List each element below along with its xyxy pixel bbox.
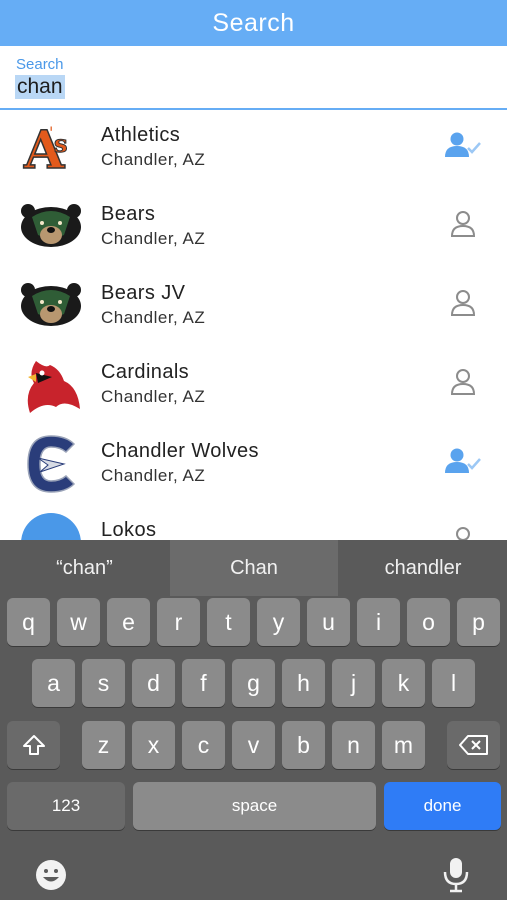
backspace-key[interactable] [447,721,500,769]
followed-user-icon[interactable] [443,130,483,162]
bear-logo [21,283,81,326]
key-c[interactable]: c [182,721,225,769]
team-name: Bears JV [101,282,186,304]
key-z[interactable]: z [82,721,125,769]
page-title: Search [212,8,295,37]
key-f[interactable]: f [182,659,225,707]
team-location: Chandler, AZ [101,229,206,248]
team-name: Lokos [101,519,157,540]
done-key[interactable]: done [384,782,501,830]
backspace-icon [458,735,488,755]
cardinal-logo [27,361,80,413]
team-location: Chandler, AZ [101,308,206,327]
onscreen-keyboard: “chan” Chan chandler q w e r t y u i o p… [0,540,507,900]
key-d[interactable]: d [132,659,175,707]
key-u[interactable]: u [307,598,350,646]
key-v[interactable]: v [232,721,275,769]
search-input[interactable]: chan [15,75,65,99]
suggestion-item[interactable]: Chan [170,540,338,596]
lokos-logo [21,513,81,540]
key-q[interactable]: q [7,598,50,646]
suggestion-item[interactable]: chandler [339,540,507,596]
team-location: Chandler, AZ [101,387,206,406]
key-g[interactable]: g [232,659,275,707]
team-name: Athletics [101,124,181,146]
numbers-key[interactable]: 123 [7,782,125,830]
key-x[interactable]: x [132,721,175,769]
key-y[interactable]: y [257,598,300,646]
team-row[interactable]: Chandler Wolves Chandler, AZ [0,426,507,505]
team-row[interactable]: Bears JV Chandler, AZ [0,268,507,347]
followed-user-icon[interactable] [443,446,483,478]
team-row[interactable]: Bears Chandler, AZ [0,189,507,268]
key-j[interactable]: j [332,659,375,707]
key-a[interactable]: a [32,659,75,707]
search-label: Search [16,56,64,73]
key-m[interactable]: m [382,721,425,769]
microphone-icon[interactable] [442,856,470,894]
key-w[interactable]: w [57,598,100,646]
shift-key[interactable] [7,721,60,769]
key-l[interactable]: l [432,659,475,707]
user-outline-icon[interactable] [443,525,483,540]
key-i[interactable]: i [357,598,400,646]
key-s[interactable]: s [82,659,125,707]
team-row[interactable]: Lokos [0,505,507,540]
user-outline-icon[interactable] [443,209,483,241]
svg-text:s: s [54,129,68,158]
space-key[interactable]: space [133,782,376,830]
key-e[interactable]: e [107,598,150,646]
key-t[interactable]: t [207,598,250,646]
team-location: Chandler, AZ [101,466,206,485]
shift-icon [22,735,45,755]
key-o[interactable]: o [407,598,450,646]
team-name: Chandler Wolves [101,440,259,462]
app-header: Search [0,0,507,46]
key-k[interactable]: k [382,659,425,707]
suggestion-item[interactable]: “chan” [0,540,169,596]
team-name: Cardinals [101,361,190,383]
team-name: Bears [101,203,156,225]
search-field[interactable]: Search chan [0,46,507,110]
bear-logo [21,204,81,247]
athletics-logo: A s ' [22,119,68,178]
user-outline-icon[interactable] [443,288,483,320]
wolves-logo [27,435,76,493]
emoji-icon[interactable] [34,858,68,892]
team-results-list: A s ' Athletics Chandler, AZ Bears Chand… [0,110,507,540]
key-h[interactable]: h [282,659,325,707]
team-row[interactable]: A s ' Athletics Chandler, AZ [0,110,507,189]
key-r[interactable]: r [157,598,200,646]
user-outline-icon[interactable] [443,367,483,399]
svg-text:': ' [49,123,53,142]
team-location: Chandler, AZ [101,150,206,169]
key-b[interactable]: b [282,721,325,769]
team-row[interactable]: Cardinals Chandler, AZ [0,347,507,426]
key-n[interactable]: n [332,721,375,769]
key-p[interactable]: p [457,598,500,646]
